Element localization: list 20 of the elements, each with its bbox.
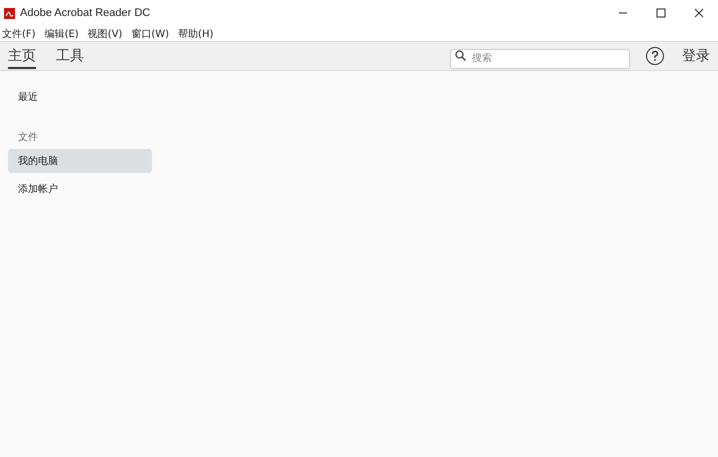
sign-in-button[interactable]: 登录 xyxy=(682,47,710,65)
app-logo-icon xyxy=(4,8,15,18)
tab[interactable]: 工具 xyxy=(56,43,84,69)
menu-item[interactable]: 帮助(H) xyxy=(178,26,214,40)
menu-item[interactable]: 编辑(E) xyxy=(44,26,79,40)
section-heading: 文件 xyxy=(17,130,39,145)
tab[interactable]: 主页 xyxy=(8,43,36,69)
menu-item[interactable]: 视图(V) xyxy=(88,26,122,40)
search-icon xyxy=(455,50,466,61)
menu-item[interactable]: 窗口(W) xyxy=(131,26,170,40)
sidebar-item[interactable]: 我的电脑 xyxy=(8,149,152,173)
maximize-icon xyxy=(656,8,666,18)
sidebar-item[interactable]: 最近 xyxy=(8,85,152,109)
menu-item[interactable]: 文件(F) xyxy=(2,26,36,40)
search-field[interactable]: 搜索 xyxy=(450,48,630,68)
sidebar-item[interactable]: 添加帐户 xyxy=(8,177,152,201)
help-button[interactable] xyxy=(646,47,664,65)
question-mark-icon xyxy=(650,50,660,62)
close-icon xyxy=(694,8,704,18)
window-title: Adobe Acrobat Reader DC xyxy=(20,7,152,19)
